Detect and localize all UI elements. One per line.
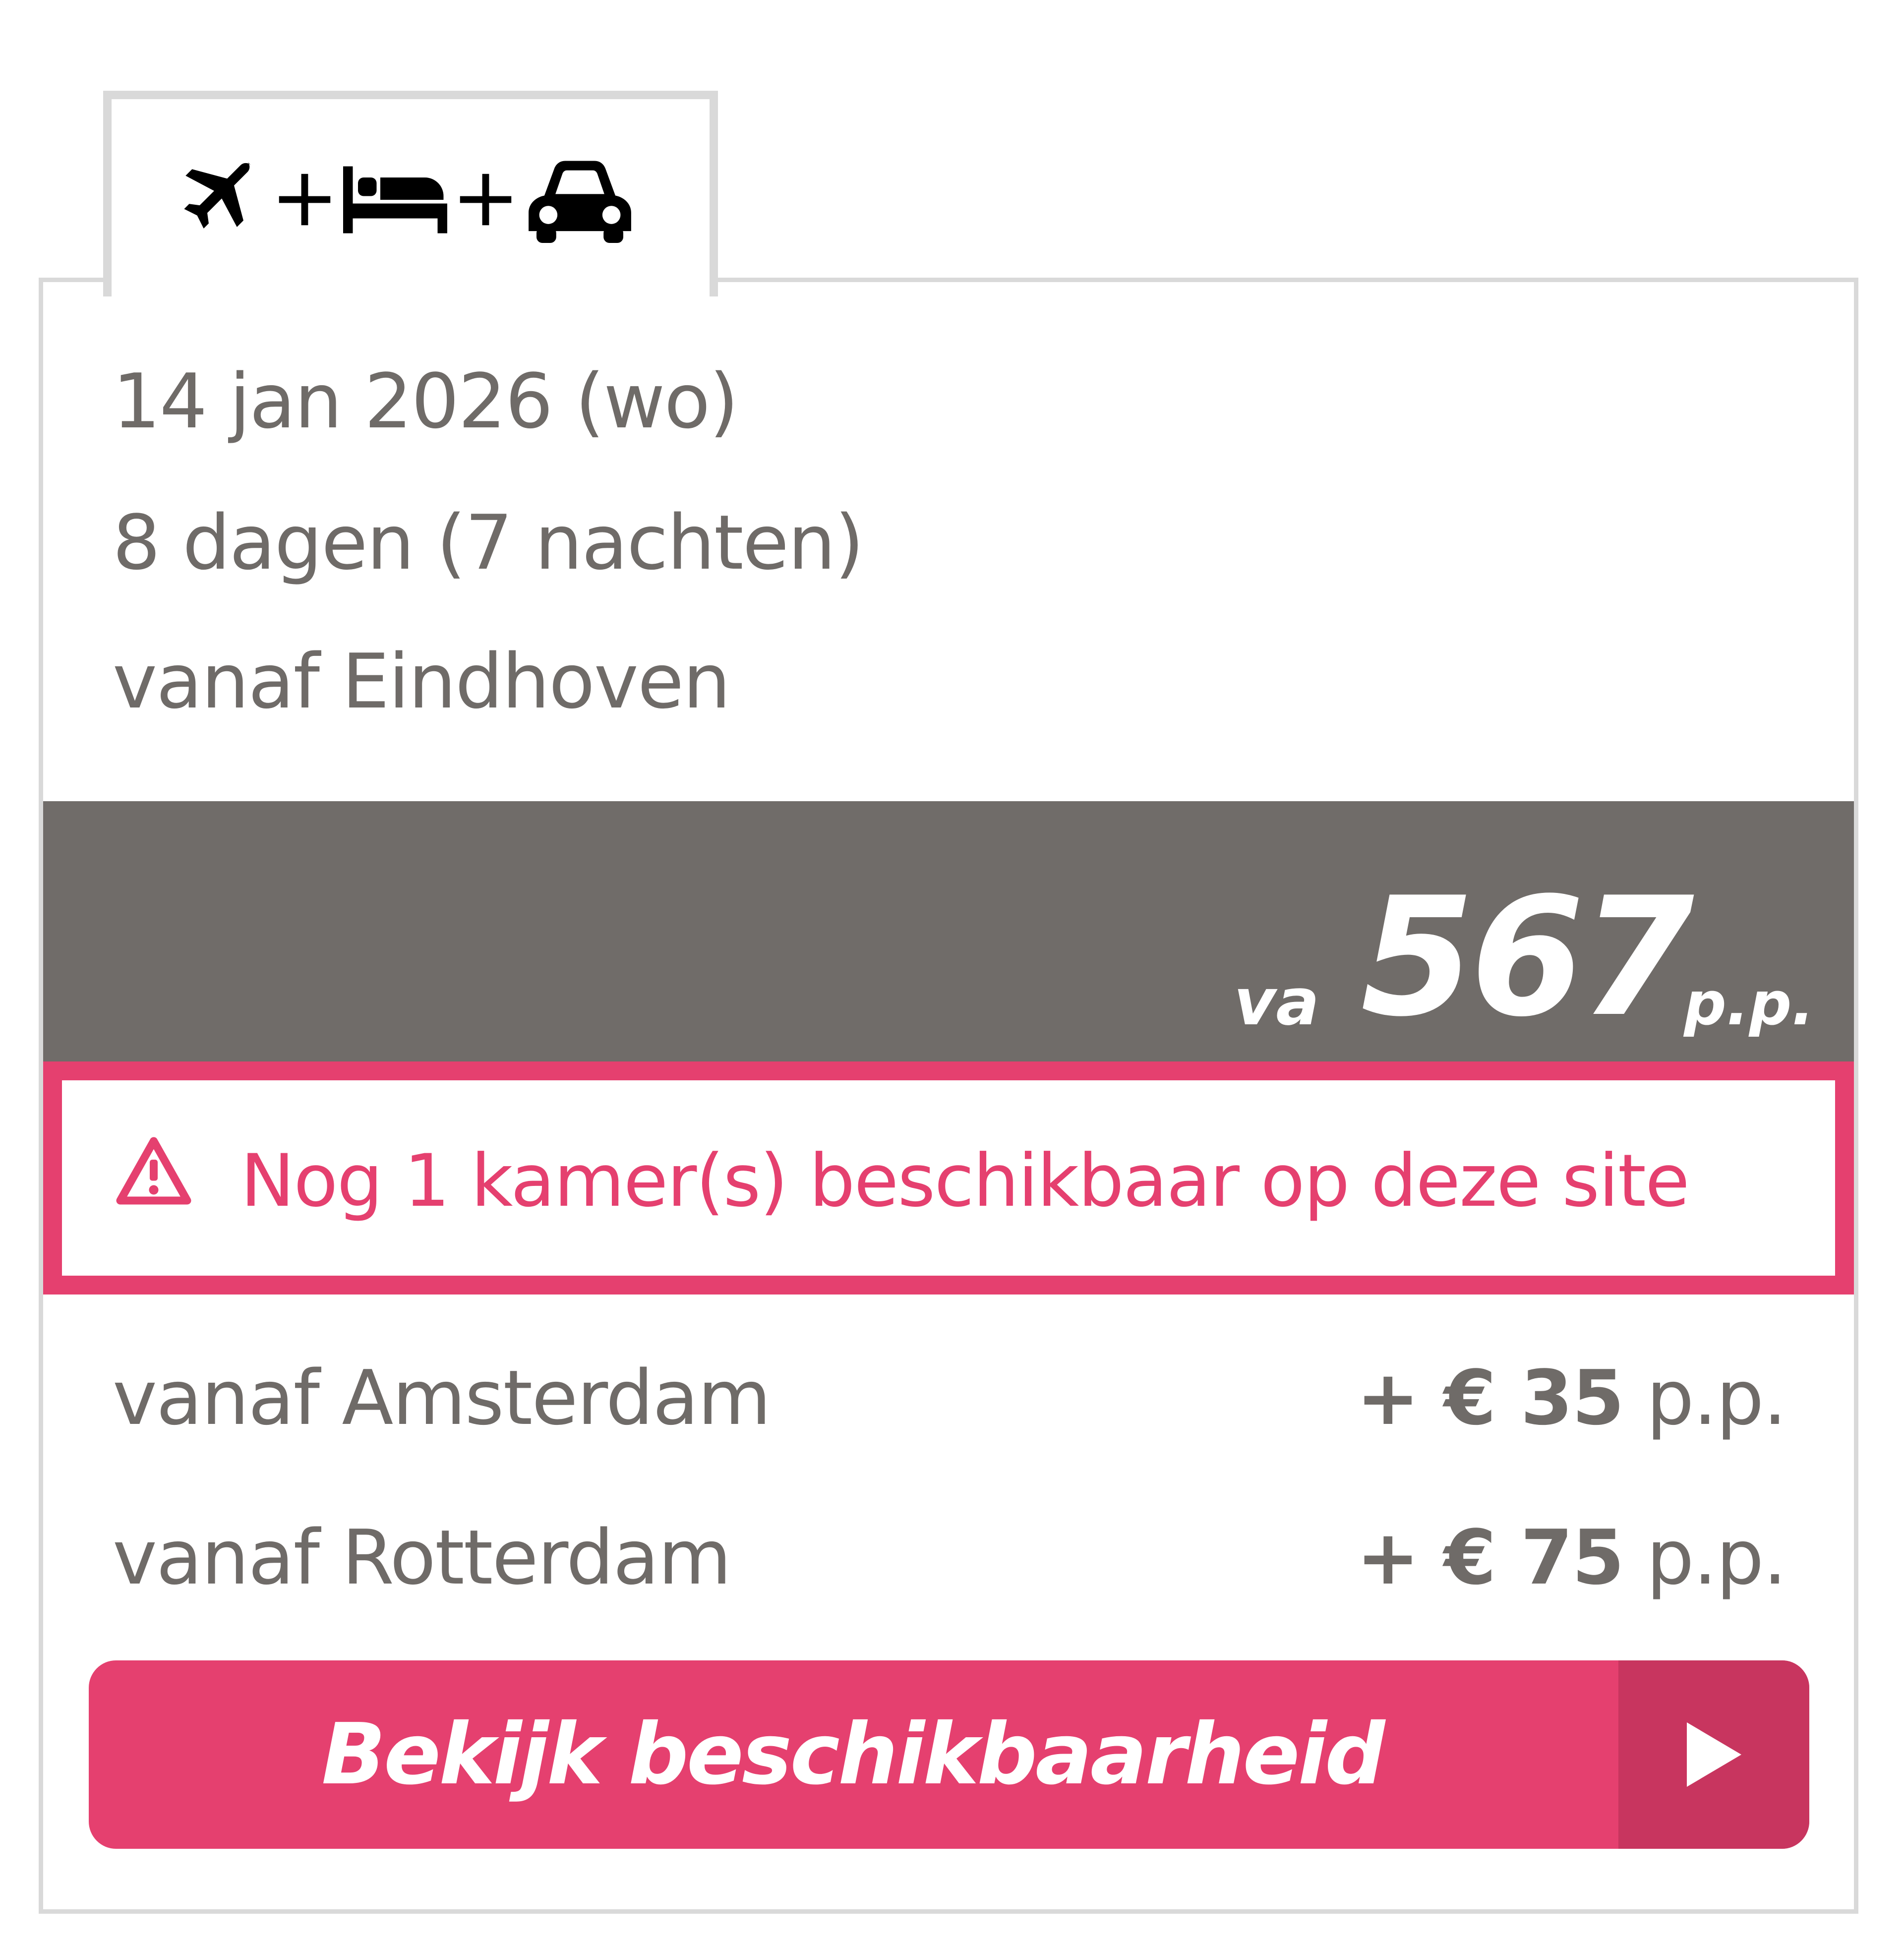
offer-widget: 14 jan 2026 (wo) 8 dagen (7 nachten) van… bbox=[0, 0, 1904, 1942]
price-suffix: p.p. bbox=[1684, 970, 1814, 1039]
plus-icon bbox=[276, 171, 333, 228]
surcharge-amount: + € 75 bbox=[1356, 1514, 1624, 1601]
plus-icon bbox=[457, 171, 514, 228]
alternative-departure-label: vanaf Rotterdam bbox=[113, 1514, 731, 1601]
offer-card: 14 jan 2026 (wo) 8 dagen (7 nachten) van… bbox=[39, 278, 1858, 1914]
price-prefix: va bbox=[1234, 964, 1319, 1040]
surcharge-unit: p.p. bbox=[1646, 1514, 1787, 1601]
alternative-departure-label: vanaf Amsterdam bbox=[113, 1354, 771, 1442]
trip-duration: 8 dagen (7 nachten) bbox=[113, 499, 864, 587]
car-icon bbox=[524, 156, 636, 243]
trip-date: 14 jan 2026 (wo) bbox=[113, 357, 739, 445]
alternative-departure-row[interactable]: vanaf Rotterdam + € 75 p.p. bbox=[113, 1514, 1787, 1619]
play-arrow-icon[interactable] bbox=[1618, 1660, 1809, 1849]
tab-icons bbox=[167, 156, 636, 243]
surcharge-amount: + € 35 bbox=[1356, 1354, 1624, 1442]
price-value: 567 bbox=[1361, 862, 1694, 1053]
trip-departure: vanaf Eindhoven bbox=[113, 638, 731, 725]
bed-icon bbox=[343, 163, 447, 237]
warning-icon bbox=[114, 1135, 193, 1209]
alternative-departure-price: + € 75 p.p. bbox=[1357, 1520, 1787, 1595]
view-availability-label: Bekijk beschikbaarheid bbox=[321, 1706, 1385, 1804]
surcharge-unit: p.p. bbox=[1646, 1354, 1787, 1442]
availability-alert: Nog 1 kamer(s) beschikbaar op deze site bbox=[43, 1061, 1854, 1295]
plane-icon bbox=[167, 156, 266, 243]
view-availability-button[interactable]: Bekijk beschikbaarheid bbox=[89, 1660, 1809, 1849]
price-band: va 567 p.p. bbox=[43, 801, 1854, 1061]
alert-text: Nog 1 kamer(s) beschikbaar op deze site bbox=[240, 1139, 1690, 1223]
tab-flight-hotel-car[interactable] bbox=[103, 91, 718, 296]
alternative-departure-price: + € 35 p.p. bbox=[1357, 1360, 1787, 1436]
alternative-departure-row[interactable]: vanaf Amsterdam + € 35 p.p. bbox=[113, 1354, 1787, 1460]
